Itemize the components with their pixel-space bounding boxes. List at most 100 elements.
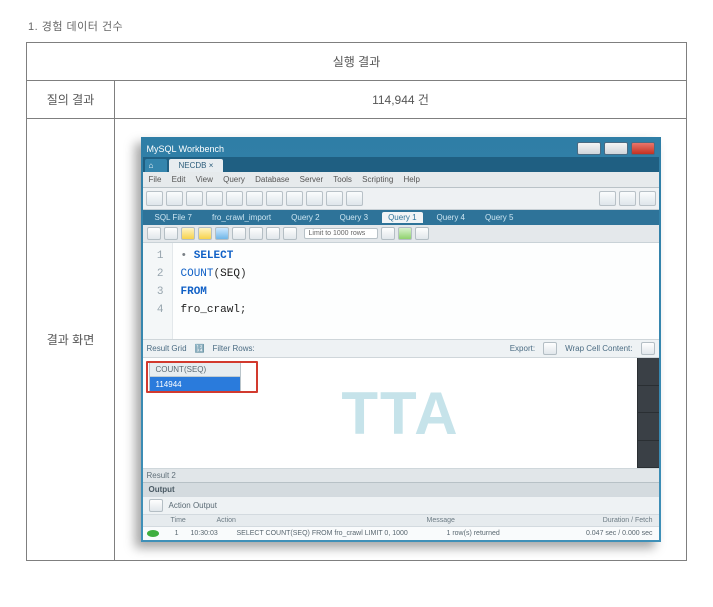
grid-header: COUNT(SEQ) — [150, 363, 240, 377]
col-message: Message — [421, 515, 511, 526]
window-title: MySQL Workbench — [147, 144, 225, 154]
wrap-label: Wrap Cell Content: — [565, 344, 632, 353]
menu-view[interactable]: View — [196, 175, 213, 184]
menu-query[interactable]: Query — [223, 175, 245, 184]
row-message: 1 row(s) returned — [441, 527, 531, 540]
query-tab[interactable]: SQL File 7 — [149, 212, 199, 223]
main-toolbar — [143, 188, 659, 210]
output-toolbar: Action Output — [143, 496, 659, 514]
output-mode[interactable]: Action Output — [169, 501, 217, 510]
editor-button[interactable] — [232, 227, 246, 240]
code-body[interactable]: • SELECT COUNT(SEQ) FROM fro_crawl; — [173, 243, 247, 339]
result-grid-label: Result Grid — [147, 344, 187, 353]
toolbar-button[interactable] — [246, 191, 263, 206]
close-button[interactable] — [631, 142, 655, 155]
query-tab[interactable]: Query 2 — [285, 212, 325, 223]
side-tab[interactable] — [638, 386, 659, 414]
col-action: Action — [211, 515, 421, 526]
menu-tools[interactable]: Tools — [333, 175, 352, 184]
query-tab[interactable]: Query 3 — [334, 212, 374, 223]
output-row[interactable]: 1 10:30:03 SELECT COUNT(SEQ) FROM fro_cr… — [143, 527, 659, 540]
editor-button[interactable] — [249, 227, 263, 240]
output-clear-button[interactable] — [149, 499, 163, 512]
editor-button[interactable] — [266, 227, 280, 240]
toolbar-button[interactable] — [619, 191, 636, 206]
execute-button[interactable] — [181, 227, 195, 240]
toolbar-button[interactable] — [346, 191, 363, 206]
line-gutter: 1 2 3 4 — [143, 243, 173, 339]
query-tab[interactable]: Query 5 — [479, 212, 519, 223]
menu-bar: File Edit View Query Database Server Too… — [143, 172, 659, 188]
row-action: SELECT COUNT(SEQ) FROM fro_crawl LIMIT 0… — [231, 527, 441, 540]
wrap-button[interactable] — [641, 342, 655, 355]
editor-toolbar: Limit to 1000 rows — [143, 225, 659, 243]
window-titlebar: MySQL Workbench — [143, 139, 659, 157]
side-tab[interactable] — [638, 441, 659, 469]
row-result-screen-cell: MySQL Workbench ⌂ NECDB × File Edit View… — [115, 119, 687, 561]
editor-button[interactable] — [283, 227, 297, 240]
toolbar-button[interactable] — [306, 191, 323, 206]
result-side-tabs — [637, 358, 659, 468]
menu-server[interactable]: Server — [300, 175, 324, 184]
window-buttons — [577, 142, 655, 155]
section-heading: 1. 경험 데이터 건수 — [28, 18, 687, 34]
side-tab[interactable] — [638, 358, 659, 386]
toolbar-button[interactable] — [639, 191, 656, 206]
editor-button[interactable] — [398, 227, 412, 240]
execute-current-button[interactable] — [198, 227, 212, 240]
export-label: Export: — [510, 344, 535, 353]
connection-tabs: ⌂ NECDB × — [143, 157, 659, 172]
query-tab-active[interactable]: Query 1 — [382, 212, 422, 223]
result-tab-strip[interactable]: Result 2 — [143, 468, 659, 482]
row-index: 1 — [163, 527, 185, 540]
result-panel: TTA COUNT(SEQ) 114944 — [143, 358, 659, 468]
home-tab[interactable]: ⌂ — [145, 159, 167, 172]
row-query-result-value: 114,944 건 — [115, 81, 687, 119]
minimize-button[interactable] — [577, 142, 601, 155]
toolbar-button[interactable] — [186, 191, 203, 206]
toolbar-button[interactable] — [266, 191, 283, 206]
query-tabs: SQL File 7 fro_crawl_import Query 2 Quer… — [143, 210, 659, 225]
toolbar-button[interactable] — [226, 191, 243, 206]
toolbar-button[interactable] — [326, 191, 343, 206]
table-title: 실행 결과 — [27, 43, 687, 81]
row-time: 10:30:03 — [185, 527, 231, 540]
menu-database[interactable]: Database — [255, 175, 289, 184]
col-time: Time — [165, 515, 211, 526]
editor-button[interactable] — [147, 227, 161, 240]
query-tab[interactable]: fro_crawl_import — [206, 212, 277, 223]
export-button[interactable] — [543, 342, 557, 355]
filter-rows-label: Filter Rows: — [212, 344, 254, 353]
row-query-result-label: 질의 결과 — [27, 81, 115, 119]
status-ok-icon — [147, 530, 159, 537]
maximize-button[interactable] — [604, 142, 628, 155]
result-grid[interactable]: COUNT(SEQ) 114944 — [149, 362, 241, 393]
editor-button[interactable] — [164, 227, 178, 240]
toolbar-button[interactable] — [166, 191, 183, 206]
editor-button[interactable] — [215, 227, 229, 240]
result-table: 실행 결과 질의 결과 114,944 건 결과 화면 MySQL Workbe… — [26, 42, 687, 561]
query-tab[interactable]: Query 4 — [431, 212, 471, 223]
row-duration: 0.047 sec / 0.000 sec — [531, 527, 659, 540]
row-limit-select[interactable]: Limit to 1000 rows — [304, 228, 379, 239]
mysql-workbench-window: MySQL Workbench ⌂ NECDB × File Edit View… — [141, 137, 661, 542]
col-duration: Duration / Fetch — [511, 515, 659, 526]
result-toolbar: Result Grid 🔢 Filter Rows: Export: Wrap … — [143, 339, 659, 358]
grid-cell-value[interactable]: 114944 — [150, 377, 240, 392]
toolbar-button[interactable] — [146, 191, 163, 206]
toolbar-button[interactable] — [599, 191, 616, 206]
db-tab[interactable]: NECDB × — [169, 159, 224, 172]
menu-edit[interactable]: Edit — [172, 175, 186, 184]
toolbar-button[interactable] — [286, 191, 303, 206]
editor-button[interactable] — [415, 227, 429, 240]
menu-help[interactable]: Help — [404, 175, 420, 184]
output-header: Output — [143, 482, 659, 496]
output-columns: Time Action Message Duration / Fetch — [143, 514, 659, 527]
menu-file[interactable]: File — [149, 175, 162, 184]
editor-button[interactable] — [381, 227, 395, 240]
menu-scripting[interactable]: Scripting — [362, 175, 393, 184]
side-tab[interactable] — [638, 413, 659, 441]
sql-editor[interactable]: 1 2 3 4 • SELECT COUNT(SEQ) FROM fro_cra… — [143, 243, 659, 339]
toolbar-button[interactable] — [206, 191, 223, 206]
row-result-screen-label: 결과 화면 — [27, 119, 115, 561]
